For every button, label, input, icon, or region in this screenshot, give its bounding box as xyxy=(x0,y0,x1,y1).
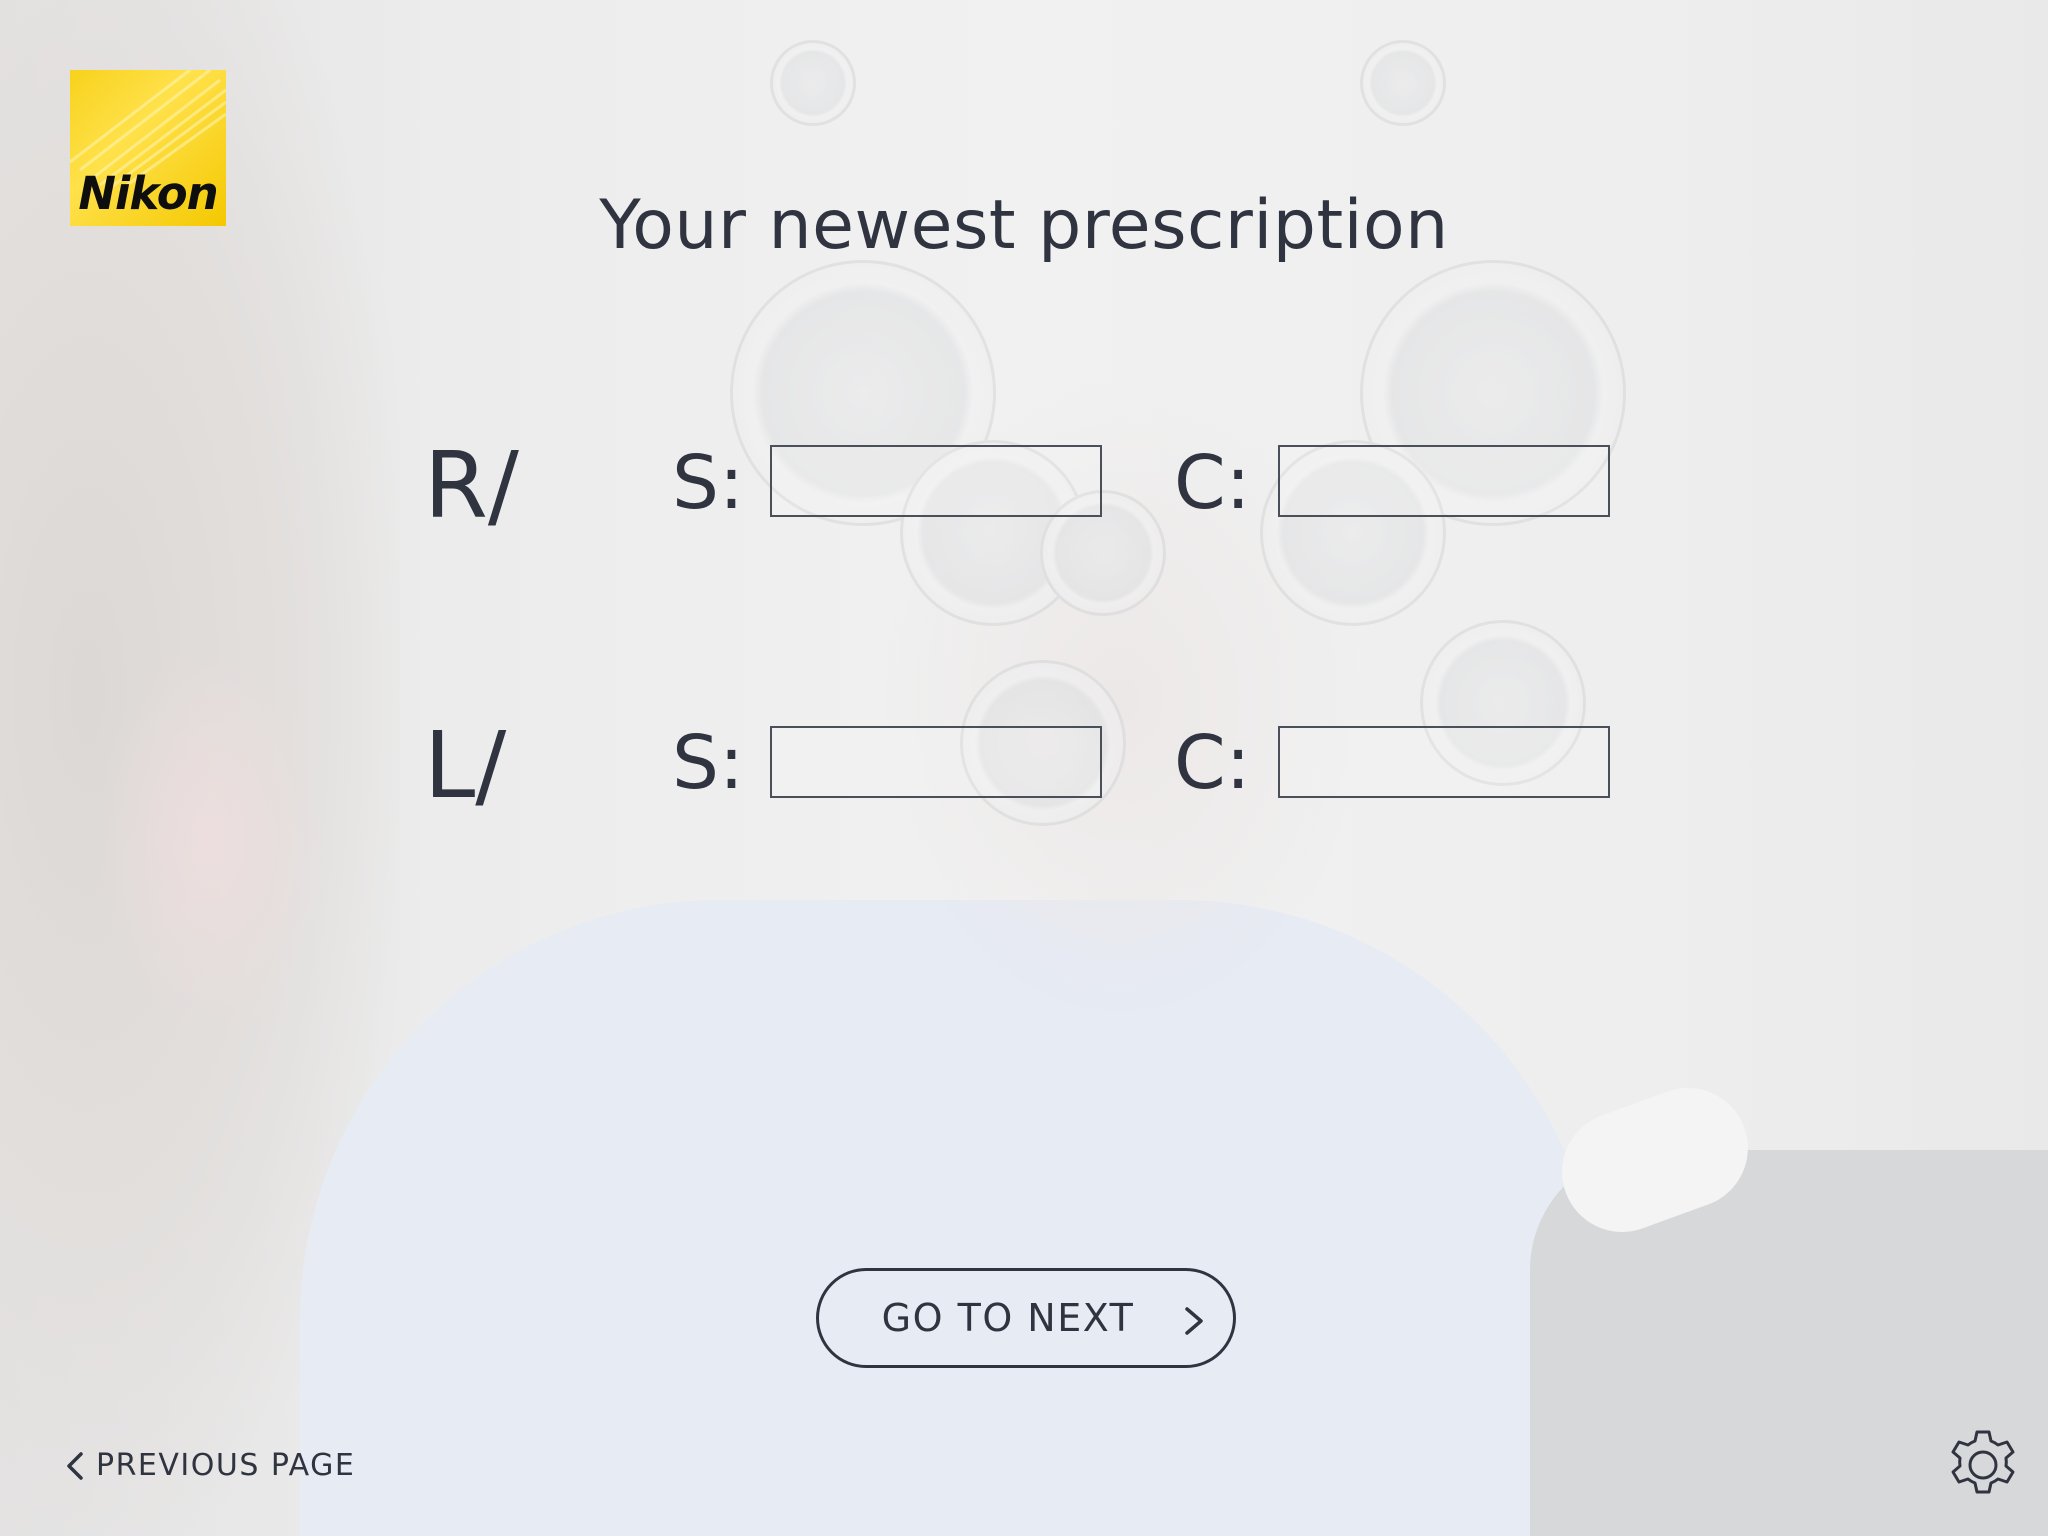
right-cylinder-label: C: xyxy=(1174,440,1251,526)
right-cylinder-input[interactable] xyxy=(1280,447,1608,515)
left-cylinder-field[interactable] xyxy=(1278,726,1610,798)
right-eye-label: R/ xyxy=(424,432,519,539)
go-to-next-label: GO TO NEXT xyxy=(881,1296,1135,1340)
left-sphere-field[interactable] xyxy=(770,726,1102,798)
right-cylinder-field[interactable] xyxy=(1278,445,1610,517)
right-sphere-field[interactable] xyxy=(770,445,1102,517)
right-sphere-label: S: xyxy=(672,440,744,526)
previous-page-label: PREVIOUS PAGE xyxy=(96,1448,356,1483)
left-eye-label: L/ xyxy=(424,712,507,819)
left-cylinder-label: C: xyxy=(1174,720,1251,806)
go-to-next-button[interactable]: GO TO NEXT xyxy=(816,1268,1236,1368)
settings-button[interactable] xyxy=(1946,1428,2020,1502)
chevron-left-icon xyxy=(67,1451,83,1480)
left-sphere-input[interactable] xyxy=(772,728,1100,796)
left-sphere-label: S: xyxy=(672,720,744,806)
right-sphere-input[interactable] xyxy=(772,447,1100,515)
page-title: Your newest prescription xyxy=(599,186,1449,265)
left-cylinder-input[interactable] xyxy=(1280,728,1608,796)
previous-page-link[interactable]: PREVIOUS PAGE xyxy=(64,1448,355,1483)
chevron-right-icon xyxy=(1185,1307,1203,1335)
gear-icon xyxy=(1951,1430,2015,1494)
